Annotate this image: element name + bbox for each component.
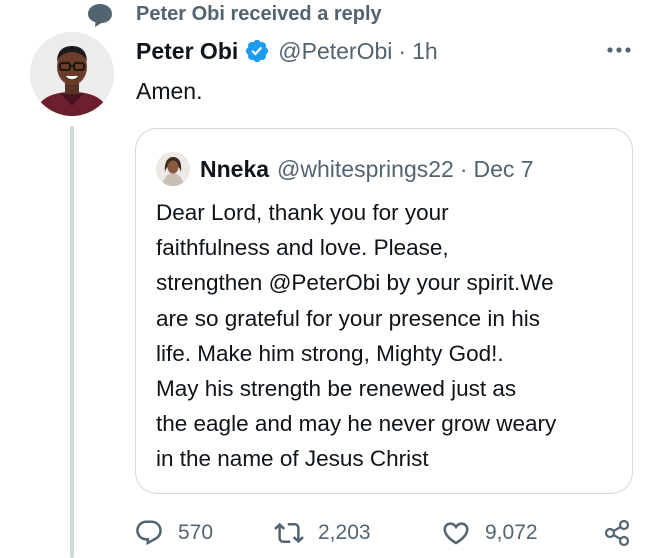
quoted-author-avatar	[156, 152, 190, 186]
retweet-count: 2,203	[318, 521, 371, 544]
quoted-author-name: Nneka	[200, 155, 270, 182]
quoted-author-handle: @whitesprings22	[277, 155, 454, 182]
heart-icon	[443, 522, 469, 545]
quoted-text-line: are so grateful for your presence in his	[156, 305, 540, 331]
like-count: 9,072	[485, 521, 538, 544]
quoted-tweet-date: Dec 7	[473, 155, 534, 182]
quoted-tweet-header: Nneka @whitesprings22 · Dec 7	[156, 151, 534, 187]
quoted-text-line: life. Make him strong, Mighty God!.	[156, 340, 504, 366]
reply-icon	[136, 520, 162, 546]
tweet-actions: 570 2,203 9,072	[0, 510, 664, 556]
quoted-text-line: May his strength be renewed just as	[156, 376, 517, 402]
avatar-image	[30, 32, 114, 116]
reply-button[interactable]: 570	[134, 510, 213, 556]
thread-line	[70, 126, 74, 558]
quoted-text-line: strengthen @PeterObi by your spirit.We	[156, 270, 554, 296]
tweet-screen: Peter Obi received a reply Peter Obi @Pe…	[0, 0, 664, 558]
quoted-text-line: in the name of Jesus Christ	[156, 446, 429, 472]
retweet-button[interactable]: 2,203	[274, 510, 371, 556]
tweet-timestamp[interactable]: 1h	[412, 38, 438, 65]
quoted-tweet-card[interactable]: Nneka @whitesprings22 · Dec 7 Dear Lord,…	[135, 128, 633, 494]
reply-count: 570	[178, 521, 214, 544]
tweet-header: Peter Obi @PeterObi · 1h	[136, 34, 438, 68]
social-context-text: Peter Obi received a reply	[136, 3, 382, 25]
share-icon	[604, 519, 630, 547]
like-button[interactable]: 9,072	[441, 510, 538, 556]
quoted-avatar-image	[156, 152, 190, 186]
share-button[interactable]	[602, 510, 632, 556]
quoted-text-line: Dear Lord, thank you for your	[156, 200, 449, 225]
more-horizontal-icon[interactable]	[604, 40, 634, 60]
author-avatar[interactable]	[30, 32, 114, 116]
separator-dot: ·	[398, 37, 407, 64]
quoted-text-line: the eagle and may he never grow weary	[156, 411, 557, 437]
separator-dot: ·	[459, 155, 468, 182]
verified-badge-icon	[246, 39, 269, 63]
quoted-tweet-text: Dear Lord, thank you for your faithfulne…	[156, 195, 618, 477]
author-handle[interactable]: @PeterObi	[278, 38, 392, 65]
speech-bubble-icon	[88, 4, 112, 27]
retweet-icon	[274, 522, 304, 544]
tweet-text: Amen.	[136, 78, 203, 104]
quoted-text-line: faithfulness and love. Please,	[156, 235, 449, 261]
author-name[interactable]: Peter Obi	[136, 38, 238, 65]
